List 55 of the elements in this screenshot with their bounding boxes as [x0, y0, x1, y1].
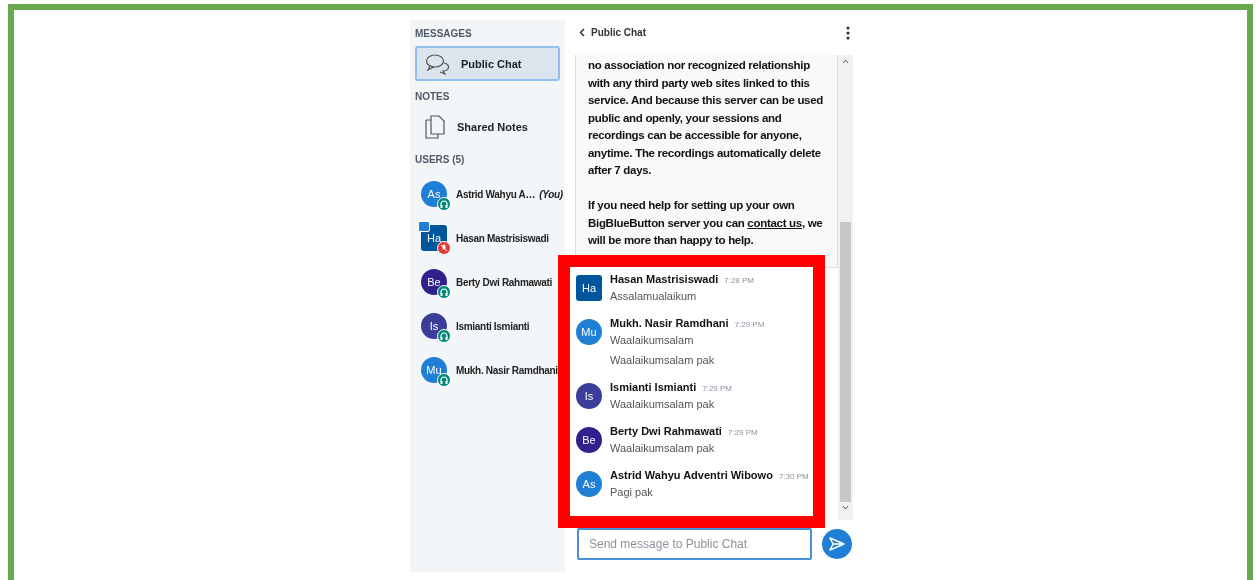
user-name: Hasan Mastrisiswadi — [456, 232, 549, 244]
user-avatar: As — [576, 471, 602, 497]
chat-bubbles-icon — [425, 52, 449, 75]
contact-link[interactable]: contact us — [747, 216, 802, 229]
message-text: Waalaikumsalam pak — [610, 441, 716, 456]
message-time: 7:28 PM — [724, 276, 754, 285]
user-list-item[interactable]: Be Berty Dwi Rahmawati — [415, 260, 560, 304]
message-text: Pagi pak — [610, 485, 654, 500]
user-list-item[interactable]: Is Ismianti Ismianti — [415, 304, 560, 348]
user-name: Ismianti Ismianti — [456, 320, 530, 332]
user-avatar: Is — [576, 383, 602, 409]
section-heading: MESSAGES — [415, 28, 473, 39]
send-button[interactable] — [822, 529, 852, 559]
user-list-item[interactable]: Ha Hasan Mastrisiswadi — [415, 216, 560, 260]
user-avatar: Mu — [576, 319, 602, 345]
user-avatar: As — [421, 181, 447, 207]
sender-name: Hasan Mastrisiswadi — [610, 273, 719, 285]
sender-name: Astrid Wahyu Adventri Wibowo — [610, 469, 773, 481]
user-avatar: Mu — [421, 357, 447, 383]
sidebar-item[interactable]: Public Chat — [415, 46, 560, 81]
user-name: Astrid Wahyu A… (You) — [456, 188, 563, 200]
send-icon — [829, 537, 845, 551]
message-text: Waalaikumsalam pak — [610, 353, 716, 368]
more-options-icon[interactable] — [846, 25, 850, 40]
user-avatar: Ha — [576, 275, 602, 301]
sender-name: Mukh. Nasir Ramdhani — [610, 317, 729, 329]
item-label: Public Chat — [461, 57, 522, 70]
message-input[interactable]: Send message to Public Chat — [577, 528, 812, 560]
user-avatar: Be — [421, 269, 447, 295]
message-time: 7:30 PM — [778, 472, 809, 481]
scroll-down-icon[interactable] — [842, 505, 849, 510]
section-heading: NOTES — [415, 91, 451, 102]
message-text: Assalamualaikum — [610, 289, 698, 304]
welcome-paragraph: no association nor recognized relationship with any third party web sites linked to this service. And because this server can be used public and openly, your sessions and recordings can be accessible for anyone, anytime. The recordings automatically delete after 7 days. — [588, 58, 825, 178]
sidebar-item[interactable]: Shared Notes — [415, 109, 560, 144]
message-time: 7:29 PM — [702, 384, 732, 393]
user-avatar: Is — [421, 313, 447, 339]
message-time: 7:29 PM — [727, 428, 758, 437]
sender-name: Berty Dwi Rahmawati — [610, 425, 722, 437]
user-name: Berty Dwi Rahmawati — [456, 276, 552, 288]
back-button[interactable]: Public Chat — [579, 27, 646, 38]
message-time: 7:29 PM — [734, 320, 765, 329]
item-label: Shared Notes — [457, 120, 528, 133]
section-heading: USERS (5) — [415, 154, 466, 165]
user-list-item[interactable]: Mu Mukh. Nasir Ramdhani — [415, 348, 560, 392]
chevron-left-icon — [579, 28, 585, 37]
message-text: Waalaikumsalam pak — [610, 397, 716, 412]
scroll-up-icon[interactable] — [842, 59, 849, 64]
user-avatar: Be — [576, 427, 602, 453]
message-text: Waalaikumsalam — [610, 333, 695, 348]
sender-name: Ismianti Ismianti — [610, 381, 697, 393]
scrollbar[interactable] — [838, 55, 853, 520]
welcome-paragraph: If you need help for setting up your own BigBlueButton server you can contact us, we will be more than happy to help. — [588, 198, 824, 248]
documents-icon — [425, 114, 445, 139]
user-name: Mukh. Nasir Ramdhani — [456, 364, 558, 376]
